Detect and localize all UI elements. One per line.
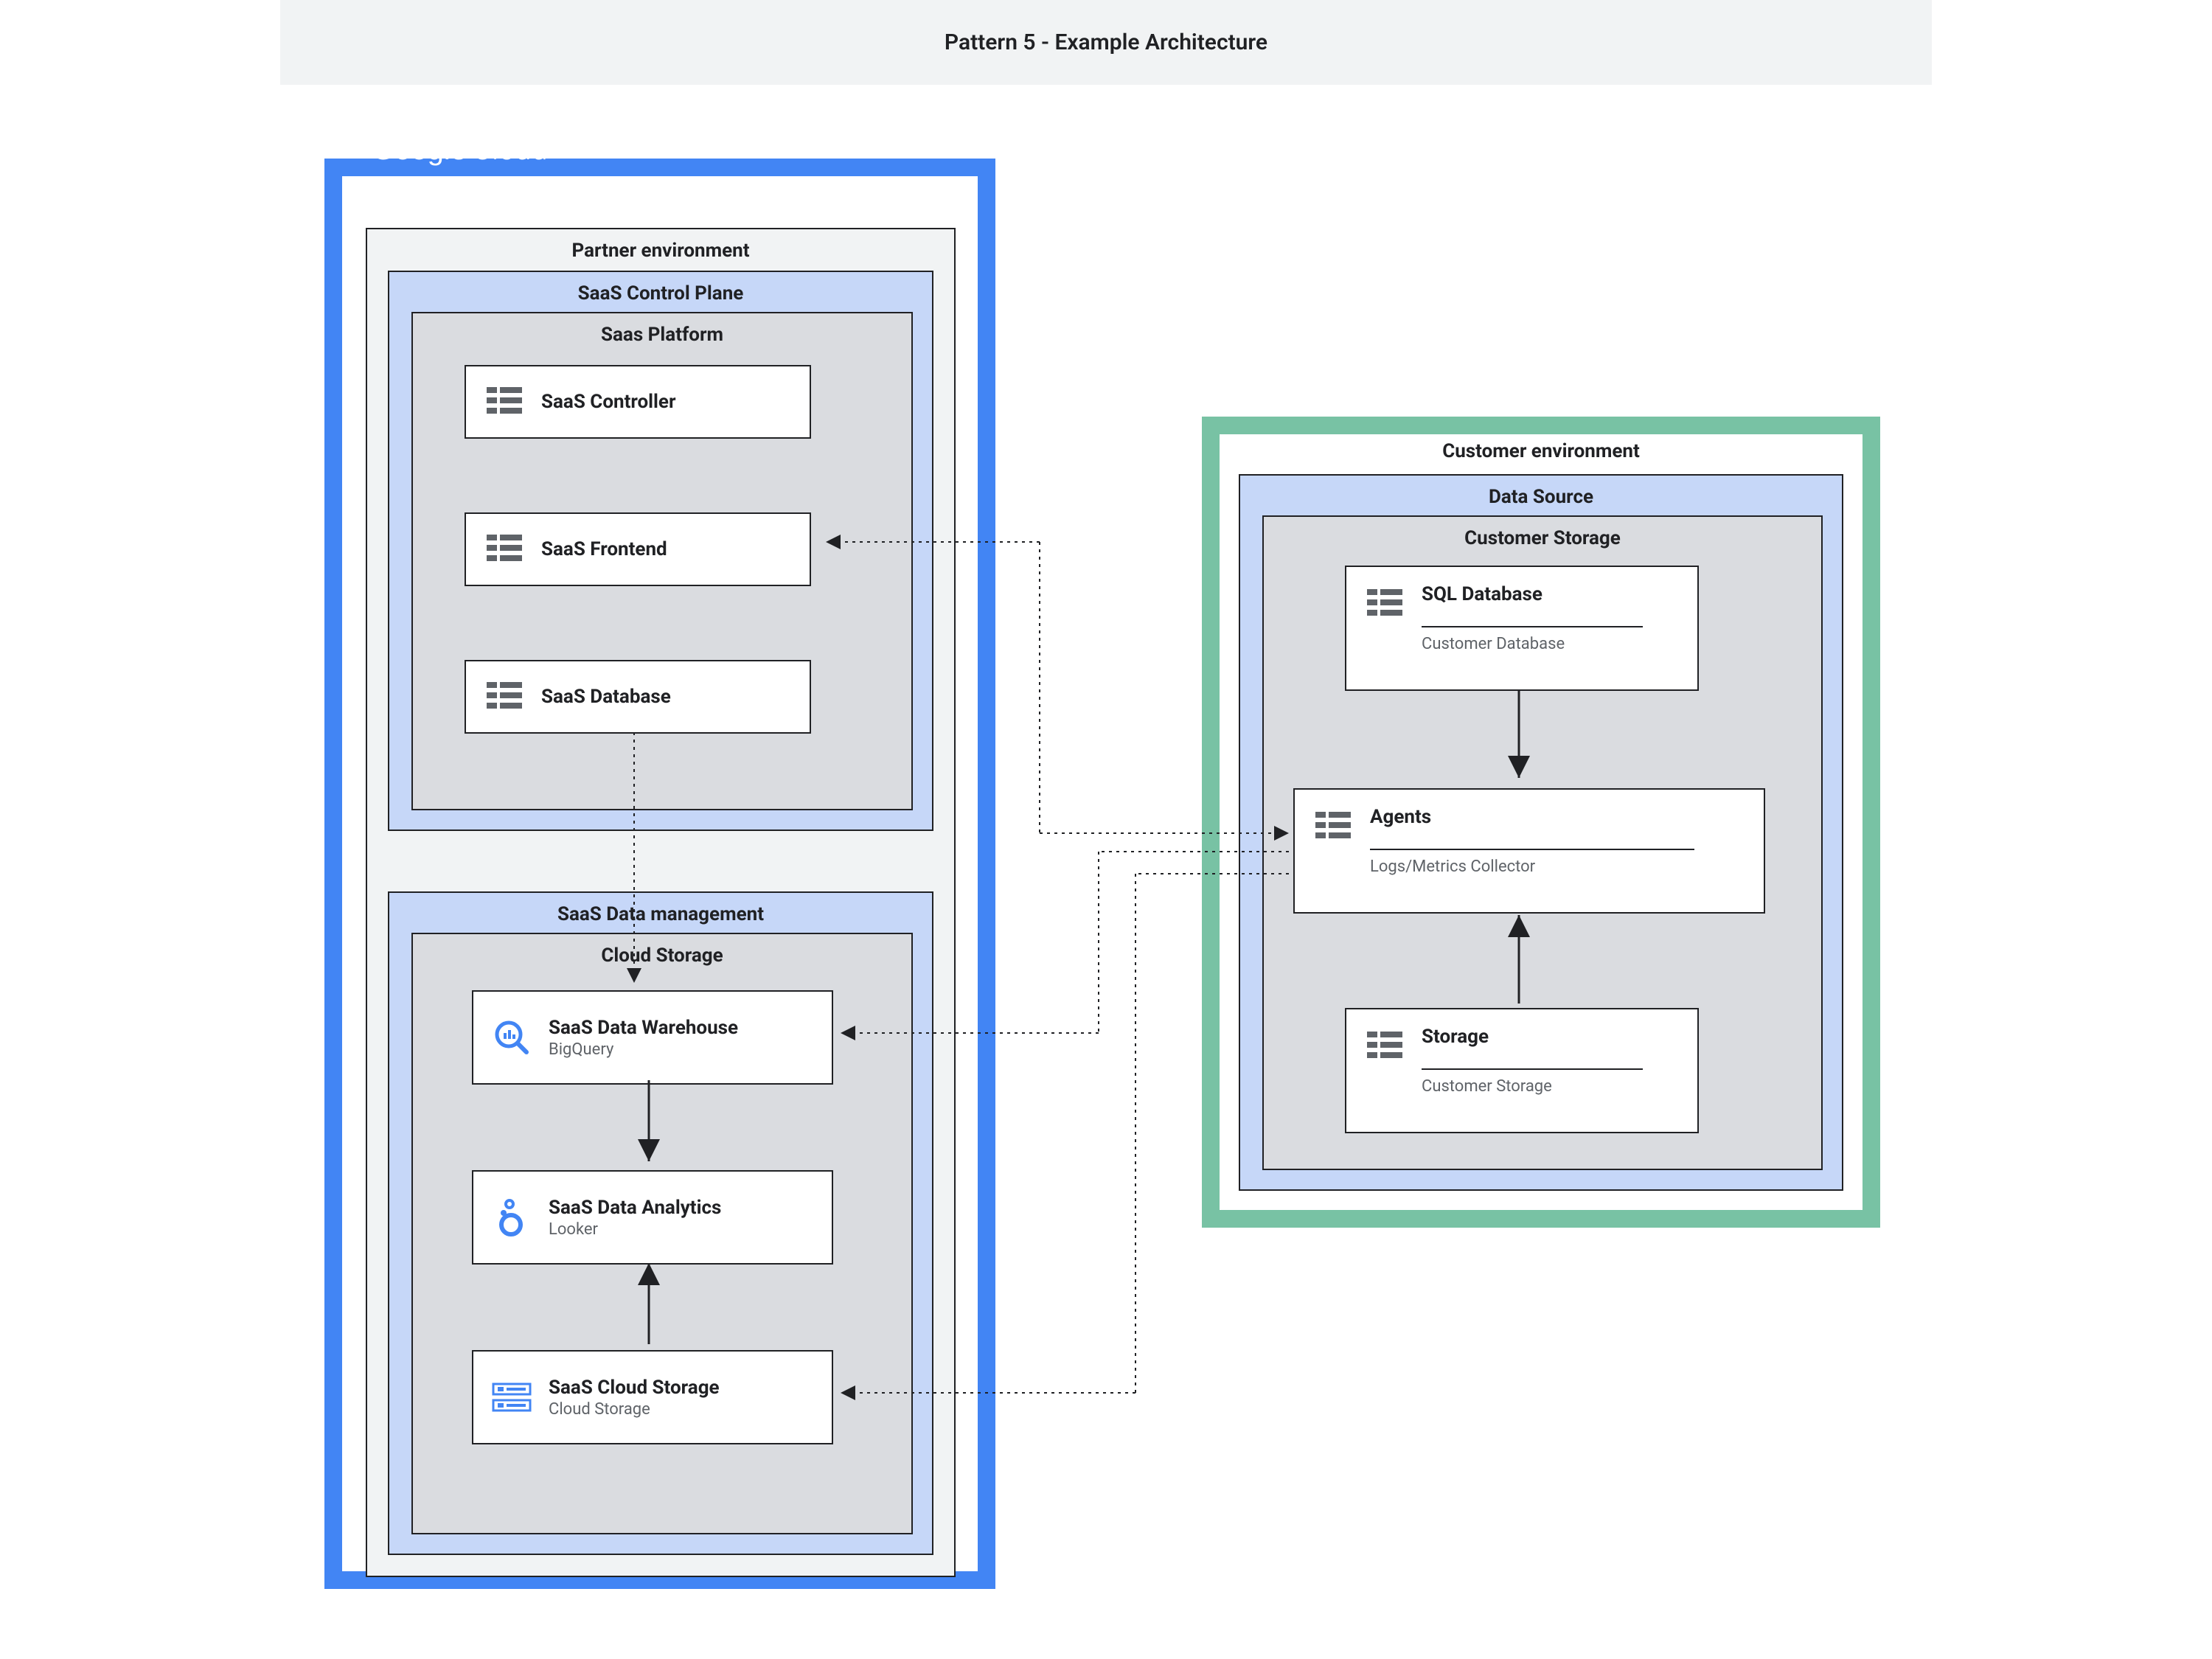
saas-database-card: SaaS Database xyxy=(465,660,811,734)
cloud-storage-container: Cloud Storage SaaS Data Warehouse BigQue… xyxy=(411,933,913,1534)
saas-control-plane-title: SaaS Control Plane xyxy=(389,272,932,315)
saas-data-management-title: SaaS Data management xyxy=(389,893,932,936)
partner-environment-container: Partner environment SaaS Control Plane S… xyxy=(366,228,956,1577)
saas-cloudstorage-card: SaaS Cloud Storage Cloud Storage xyxy=(472,1350,833,1444)
server-icon xyxy=(1364,583,1405,625)
storage-card: Storage Customer Storage xyxy=(1345,1008,1699,1133)
analytics-title: SaaS Data Analytics xyxy=(549,1197,721,1219)
google-cloud-logo: Google Cloud xyxy=(372,132,548,167)
customer-environment-title: Customer environment xyxy=(1220,430,1863,473)
saas-data-management-container: SaaS Data management Cloud Storage SaaS … xyxy=(388,891,933,1555)
storage-sub: Customer Storage xyxy=(1422,1068,1643,1096)
saas-analytics-card: SaaS Data Analytics Looker xyxy=(472,1170,833,1265)
server-icon xyxy=(484,529,525,570)
saas-platform-container: Saas Platform SaaS Controller SaaS Front… xyxy=(411,312,913,810)
google-cloud-brand: GoogleCloud xyxy=(369,172,546,206)
sql-title: SQL Database xyxy=(1422,583,1643,605)
warehouse-sub: BigQuery xyxy=(549,1040,738,1059)
saas-control-plane-container: SaaS Control Plane Saas Platform SaaS Co… xyxy=(388,271,933,831)
cloud-storage-title: Cloud Storage xyxy=(413,934,911,977)
customer-storage-container: Customer Storage SQL Database Customer D… xyxy=(1262,515,1823,1170)
storage-title: Storage xyxy=(1422,1026,1643,1048)
saas-controller-label: SaaS Controller xyxy=(541,391,676,413)
diagram-canvas: Google Cloud GoogleCloud Partner environ… xyxy=(280,85,1932,1618)
cloudstorage-sub: Cloud Storage xyxy=(549,1400,720,1419)
saas-frontend-label: SaaS Frontend xyxy=(541,538,667,560)
agents-sub: Logs/Metrics Collector xyxy=(1370,849,1694,876)
saas-datawarehouse-card: SaaS Data Warehouse BigQuery xyxy=(472,990,833,1085)
bigquery-icon xyxy=(491,1017,532,1058)
data-source-title: Data Source xyxy=(1240,476,1842,518)
saas-platform-title: Saas Platform xyxy=(413,313,911,356)
server-icon xyxy=(484,676,525,717)
looker-icon xyxy=(491,1197,532,1238)
customer-storage-title: Customer Storage xyxy=(1264,517,1821,560)
agents-title: Agents xyxy=(1370,806,1694,828)
saas-controller-card: SaaS Controller xyxy=(465,365,811,439)
data-source-container: Data Source Customer Storage SQL Databas… xyxy=(1239,474,1843,1191)
analytics-sub: Looker xyxy=(549,1220,721,1239)
sql-sub: Customer Database xyxy=(1422,626,1643,653)
customer-environment-container: Customer environment Data Source Custome… xyxy=(1202,417,1880,1228)
partner-environment-title: Partner environment xyxy=(367,229,954,272)
warehouse-title: SaaS Data Warehouse xyxy=(549,1017,738,1039)
sql-database-card: SQL Database Customer Database xyxy=(1345,566,1699,691)
server-icon xyxy=(1364,1026,1405,1067)
saas-frontend-card: SaaS Frontend xyxy=(465,512,811,586)
cloud-storage-icon xyxy=(491,1377,532,1418)
saas-database-label: SaaS Database xyxy=(541,686,671,708)
agents-card: Agents Logs/Metrics Collector xyxy=(1293,788,1765,914)
server-icon xyxy=(1312,806,1354,847)
diagram-title: Pattern 5 - Example Architecture xyxy=(280,0,1932,85)
server-icon xyxy=(484,381,525,422)
cloudstorage-title: SaaS Cloud Storage xyxy=(549,1377,720,1399)
